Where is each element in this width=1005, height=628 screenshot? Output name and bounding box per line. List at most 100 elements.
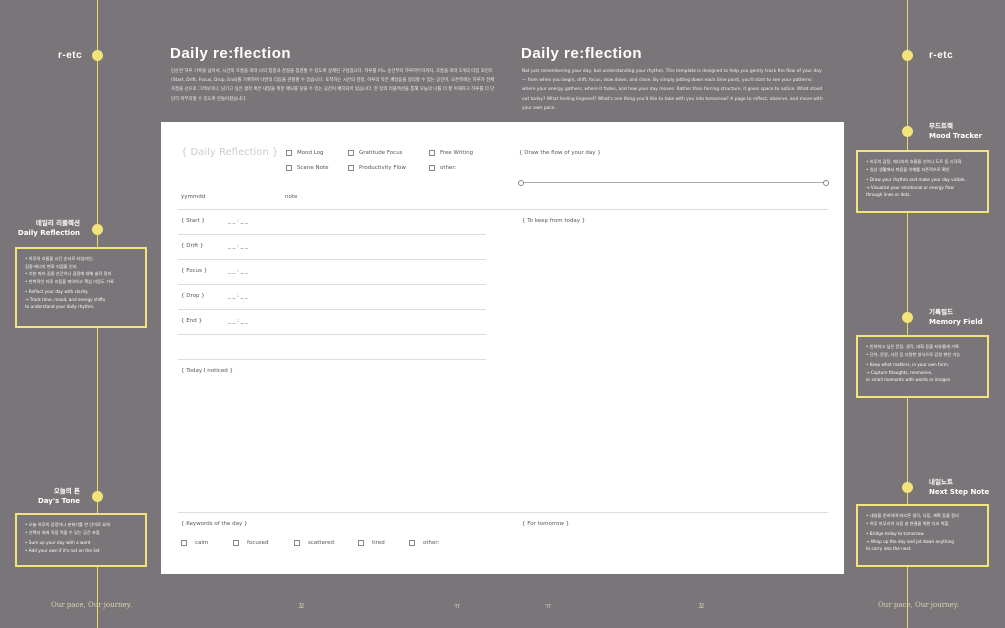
reflection-sheet: { Daily Reflection } Mood Log Scene Note… — [161, 122, 844, 574]
option-free-writing[interactable]: Free Writing — [429, 150, 473, 156]
checkbox-icon[interactable] — [429, 150, 435, 156]
section-title-days-tone: 오늘의 톤 Day's Tone — [10, 486, 80, 506]
tomorrow-label: { For tomorrow } — [522, 521, 570, 527]
note-ko: • 하루의 감정, 에너지의 흐름을 선이나 도트 등 시각화 • 일상 생활에… — [866, 159, 962, 172]
time-value-focus[interactable]: _ _ : _ _ — [228, 268, 248, 274]
section-title-en: Daily Reflection — [17, 229, 80, 237]
checkbox-icon[interactable] — [348, 150, 354, 156]
footer-mark: ㅠ — [454, 602, 461, 610]
time-label-drift: { Drift } — [181, 243, 204, 249]
note-ko: • 하루의 흐름을 시간 순서로 타임라인, 집중·에너지 변화 지점을 인지 … — [25, 256, 114, 284]
brand-right: r-etc — [929, 50, 954, 61]
noticed-label: { Today I noticed } — [181, 368, 233, 374]
note-ko: • 내일을 준비하며 떠오른 생각, 다짐, 계획 등을 정리 • 하루 마무리… — [866, 513, 959, 526]
header-right-title: Daily re:flection — [521, 45, 643, 62]
divider — [178, 334, 486, 335]
note-box-days-tone: • 오늘 하루의 감정이나 분위기를 한 단어로 요약 • 선택지 외에 직접 … — [15, 513, 147, 567]
sheet-title: { Daily Reflection } — [181, 147, 279, 158]
divider — [178, 259, 486, 260]
timeline-dot — [92, 50, 103, 61]
date-label: yymmdd — [181, 194, 206, 200]
checkbox-icon[interactable] — [348, 165, 354, 171]
option-productivity-flow[interactable]: Productivity Flow — [348, 165, 406, 171]
divider — [178, 359, 486, 360]
flow-end-dot[interactable] — [823, 180, 829, 186]
footer-mark: ㅠ — [545, 602, 552, 610]
option-scene-note[interactable]: Scene Note — [286, 165, 329, 171]
time-value-drift[interactable]: _ _ : _ _ — [228, 243, 248, 249]
time-label-focus: { Focus } — [181, 268, 208, 274]
note-box-next-step-note: • 내일을 준비하며 떠오른 생각, 다짐, 계획 등을 정리 • 하루 마무리… — [856, 504, 989, 567]
section-title-daily-reflection: 데일리 리플렉션 Daily Reflection — [10, 218, 80, 238]
footer-slogan-left: Our pace, Our journey. — [51, 601, 132, 609]
note-en: • Bridge today to tomorrow. → Wrap up th… — [866, 531, 954, 551]
footer-mark: 꼬 — [698, 602, 705, 610]
time-value-start[interactable]: _ _ : _ _ — [228, 218, 248, 224]
divider — [178, 234, 486, 235]
section-title-en: Memory Field — [929, 318, 983, 326]
timeline-dot — [902, 126, 913, 137]
note-en: • Draw your rhythm and make your day vis… — [866, 177, 966, 197]
timeline-dot — [902, 312, 913, 323]
note-label: note — [285, 194, 298, 200]
note-ko: • 인하하고 싶은 문장, 생각, 대화 등을 자유롭게 기록 • 단어, 문장… — [866, 344, 961, 357]
time-value-drop[interactable]: _ _ : _ _ — [228, 293, 248, 299]
option-other[interactable]: other: — [429, 165, 456, 171]
section-title-ko: 기록필드 — [929, 308, 953, 316]
timeline-dot — [902, 482, 913, 493]
checkbox-icon[interactable] — [294, 540, 300, 546]
option-gratitude-focus[interactable]: Gratitude Focus — [348, 150, 403, 156]
section-title-en: Day's Tone — [37, 497, 80, 505]
note-box-mood-tracker: • 하루의 감정, 에너지의 흐름을 선이나 도트 등 시각화 • 일상 생활에… — [856, 150, 989, 213]
section-title-ko: 데일리 리플렉션 — [35, 219, 80, 227]
note-box-daily-reflection: • 하루의 흐름을 시간 순서로 타임라인, 집중·에너지 변화 지점을 인지 … — [15, 247, 147, 328]
checkbox-icon[interactable] — [409, 540, 415, 546]
section-title-en: Next Step Note — [929, 488, 990, 496]
section-title-ko: 오늘의 톤 — [53, 487, 80, 495]
section-title-mood-tracker: 무드트랙 Mood Tracker — [929, 121, 999, 141]
flow-label: { Draw the flow of your day } — [519, 150, 601, 156]
keep-label: { To keep from today } — [522, 218, 586, 224]
time-label-end: { End } — [181, 318, 202, 324]
note-en: • Reflect your day with clarity. → Track… — [25, 289, 106, 309]
timeline-dot — [902, 50, 913, 61]
keywords-label: { Keywords of the day } — [181, 521, 248, 527]
checkbox-icon[interactable] — [181, 540, 187, 546]
divider — [178, 284, 486, 285]
header-left-title: Daily re:flection — [170, 45, 292, 62]
checkbox-icon[interactable] — [286, 165, 292, 171]
divider — [178, 309, 486, 310]
footer-mark: 꼬 — [298, 602, 305, 610]
header-left-desc: 단순한 하루 기록을 넘어서, 시간의 흐름을 따라 나의 집중과 감정을 점검… — [171, 69, 495, 102]
timeline-dot — [92, 491, 103, 502]
brand-left: r-etc — [58, 50, 83, 61]
note-en: • Sum up your day with a word • Add your… — [25, 540, 100, 553]
time-value-end[interactable]: _ _ : _ _ — [228, 318, 248, 324]
checkbox-icon[interactable] — [358, 540, 364, 546]
section-title-ko: 내일노트 — [929, 478, 953, 486]
checkbox-icon[interactable] — [429, 165, 435, 171]
divider — [178, 512, 828, 513]
section-title-next-step-note: 내일노트 Next Step Note — [929, 477, 999, 497]
keyword-scattered[interactable]: scattered — [294, 540, 334, 546]
checkbox-icon[interactable] — [286, 150, 292, 156]
keyword-tired[interactable]: tired — [358, 540, 385, 546]
footer-slogan-right: Our pace, Our journey. — [878, 601, 959, 609]
section-title-en: Mood Tracker — [929, 132, 983, 140]
keyword-other[interactable]: other: — [409, 540, 439, 546]
divider — [178, 209, 828, 210]
time-label-start: { Start } — [181, 218, 205, 224]
section-title-memory-field: 기록필드 Memory Field — [929, 307, 999, 327]
flow-track[interactable] — [520, 182, 826, 183]
note-ko: • 오늘 하루의 감정이나 분위기를 한 단어로 요약 • 선택지 외에 직접 … — [25, 522, 110, 535]
header-right-desc: Not just remembering your day, but under… — [522, 69, 823, 111]
section-title-ko: 무드트랙 — [929, 122, 953, 130]
checkbox-icon[interactable] — [233, 540, 239, 546]
flow-start-dot[interactable] — [518, 180, 524, 186]
note-box-memory-field: • 인하하고 싶은 문장, 생각, 대화 등을 자유롭게 기록 • 단어, 문장… — [856, 335, 989, 398]
timeline-dot — [92, 224, 103, 235]
keyword-focused[interactable]: focused — [233, 540, 269, 546]
keyword-calm[interactable]: calm — [181, 540, 208, 546]
note-en: • Keep what matters, in your own form. →… — [866, 362, 952, 382]
option-mood-log[interactable]: Mood Log — [286, 150, 324, 156]
